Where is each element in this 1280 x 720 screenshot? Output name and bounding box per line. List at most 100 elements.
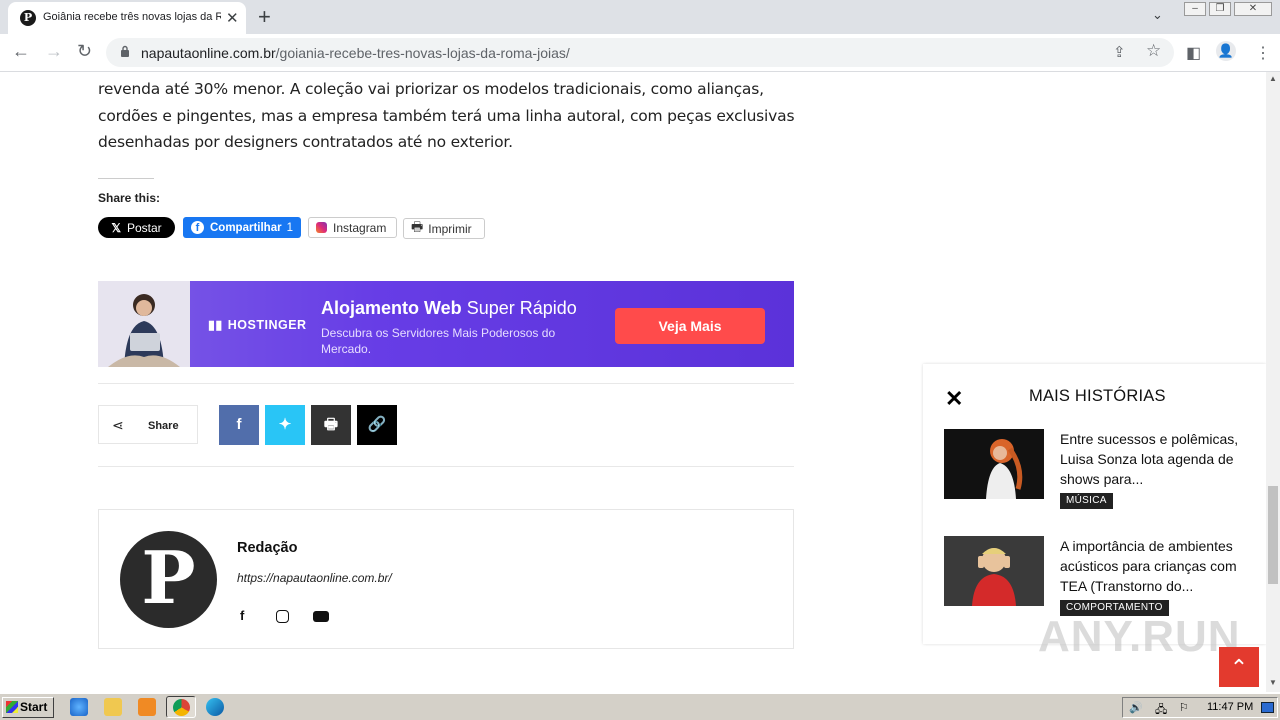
- chevron-up-icon: ⌃: [1229, 655, 1249, 680]
- hostinger-ad-banner[interactable]: ▮▮ HOSTINGER Alojamento Web Super Rápido …: [98, 281, 794, 367]
- scroll-down-icon[interactable]: ▼: [1269, 678, 1277, 687]
- x-icon: 𝕏: [111, 220, 121, 235]
- print-share-square[interactable]: 🖶: [311, 405, 351, 445]
- share-this-label: Share this:: [98, 191, 161, 205]
- share-page-icon[interactable]: ⇪: [1113, 43, 1126, 61]
- edge-icon[interactable]: [206, 698, 224, 716]
- page-scrollbar[interactable]: ▲ ▼: [1266, 72, 1280, 692]
- printer-icon: 🖶: [323, 416, 339, 433]
- taskbar: Start 🔊 🖧 ⚐ 11:47 PM: [0, 692, 1280, 720]
- author-box: P Redação https://napautaonline.com.br/ …: [98, 509, 794, 649]
- twitter-share-square[interactable]: ✦: [265, 405, 305, 445]
- new-tab-button[interactable]: +: [258, 4, 271, 30]
- story-title[interactable]: Entre sucessos e polêmicas, Luisa Sonza …: [1060, 429, 1250, 489]
- print-label: Imprimir: [428, 221, 472, 236]
- ad-cta-button[interactable]: Veja Mais: [615, 308, 765, 344]
- site-favicon-icon: P: [20, 10, 36, 26]
- twitter-bird-icon: ✦: [278, 416, 292, 433]
- internet-explorer-icon[interactable]: [70, 698, 88, 716]
- story-category-badge[interactable]: MÚSICA: [1060, 493, 1113, 509]
- facebook-icon: f: [236, 416, 242, 433]
- divider: [98, 466, 794, 467]
- back-to-top-button[interactable]: ⌃: [1219, 647, 1259, 687]
- story-title[interactable]: A importância de ambientes acústicos par…: [1060, 536, 1250, 596]
- start-button[interactable]: Start: [2, 697, 54, 718]
- scroll-up-icon[interactable]: ▲: [1269, 74, 1277, 83]
- browser-toolbar: ← → ↻ napautaonline.com.br/goiania-receb…: [0, 34, 1280, 72]
- share-nodes-icon: ⋖: [112, 417, 124, 433]
- article-paragraph: revenda até 30% menor. A coleção vai pri…: [98, 76, 798, 156]
- article-line: revenda até 30% menor. A coleção vai pri…: [98, 80, 764, 98]
- window-close-button[interactable]: ✕: [1234, 2, 1272, 16]
- ad-brand: ▮▮ HOSTINGER: [208, 317, 307, 332]
- browser-tab[interactable]: P Goiânia recebe três novas lojas da Rom…: [8, 2, 246, 34]
- copy-link-square[interactable]: 🔗: [357, 405, 397, 445]
- forward-icon[interactable]: →: [45, 41, 63, 62]
- more-stories-panel: ✕ MAIS HISTÓRIAS Entre sucessos e polêmi…: [923, 364, 1266, 644]
- divider: [98, 178, 154, 179]
- volume-icon[interactable]: 🔊: [1129, 701, 1143, 714]
- file-explorer-icon[interactable]: [104, 698, 122, 716]
- facebook-icon: f: [191, 221, 204, 234]
- instagram-share-label: Instagram: [333, 220, 387, 235]
- lock-icon: [121, 45, 129, 57]
- youtube-icon[interactable]: [313, 611, 329, 622]
- facebook-share-label: Compartilhar: [210, 221, 282, 234]
- tab-strip: P Goiânia recebe três novas lojas da Rom…: [0, 0, 1280, 34]
- flag-icon[interactable]: ⚐: [1179, 701, 1189, 714]
- instagram-icon[interactable]: [276, 610, 289, 623]
- ad-headline: Alojamento Web Super Rápido: [321, 298, 577, 319]
- restore-button[interactable]: ❐: [1209, 2, 1231, 16]
- chrome-taskbar-button[interactable]: [166, 696, 196, 718]
- facebook-share-count: 1: [286, 221, 293, 234]
- page-content: revenda até 30% menor. A coleção vai pri…: [0, 72, 1266, 692]
- media-player-icon[interactable]: [138, 698, 156, 716]
- clock: 11:47 PM: [1207, 701, 1254, 713]
- link-icon: 🔗: [367, 416, 387, 433]
- hostinger-logo-icon: ▮▮: [208, 318, 223, 332]
- back-icon[interactable]: ←: [12, 41, 30, 62]
- scrollbar-thumb[interactable]: [1268, 486, 1278, 584]
- author-site-link[interactable]: https://napautaonline.com.br/: [237, 571, 392, 585]
- system-tray: 🔊 🖧 ⚐ 11:47 PM: [1122, 697, 1278, 718]
- divider: [98, 383, 794, 384]
- instagram-icon: [316, 222, 327, 233]
- article-line: desenhadas por designers contratados até…: [98, 133, 513, 151]
- tab-search-icon[interactable]: ⌄: [1152, 7, 1163, 23]
- desktop-icon[interactable]: [1261, 702, 1274, 713]
- windows-flag-icon: [6, 701, 18, 713]
- printer-icon: 🖶: [411, 218, 424, 234]
- reload-icon[interactable]: ↻: [77, 41, 92, 62]
- url-path: /goiania-recebe-tres-novas-lojas-da-roma…: [275, 45, 570, 61]
- address-bar[interactable]: napautaonline.com.br/goiania-recebe-tres…: [106, 38, 1174, 67]
- anyrun-watermark: ANY.RUN: [1038, 612, 1241, 661]
- menu-kebab-icon[interactable]: ⋮: [1255, 43, 1271, 63]
- share-box: ⋖ Share: [98, 405, 198, 444]
- ad-headline-bold: Alojamento Web: [321, 298, 462, 318]
- author-avatar[interactable]: P: [120, 531, 217, 628]
- x-post-label: Postar: [126, 220, 162, 235]
- instagram-share-button[interactable]: Instagram: [308, 217, 397, 238]
- close-icon[interactable]: ✕: [945, 386, 963, 412]
- ad-person-image: [98, 281, 190, 367]
- facebook-icon[interactable]: f: [240, 608, 244, 623]
- facebook-share-square[interactable]: f: [219, 405, 259, 445]
- print-button[interactable]: 🖶 Imprimir: [403, 218, 485, 239]
- minimize-button[interactable]: –: [1184, 2, 1206, 16]
- story-thumbnail[interactable]: [944, 536, 1044, 606]
- facebook-share-button[interactable]: f Compartilhar 1: [183, 217, 301, 238]
- tab-title: Goiânia recebe três novas lojas da Roma …: [43, 11, 221, 23]
- profile-icon[interactable]: 👤: [1216, 41, 1236, 61]
- ad-brand-text: HOSTINGER: [227, 318, 307, 332]
- story-thumbnail[interactable]: [944, 429, 1044, 499]
- author-name[interactable]: Redação: [237, 540, 297, 556]
- tab-close-icon[interactable]: ✕: [226, 9, 239, 27]
- article-line: cordões e pingentes, mas a empresa també…: [98, 106, 795, 125]
- x-post-button[interactable]: 𝕏 Postar: [98, 217, 175, 238]
- url-host: napautaonline.com.br: [141, 45, 276, 61]
- chrome-icon: [173, 699, 190, 716]
- side-panel-icon[interactable]: ◧: [1186, 43, 1201, 63]
- bookmark-star-icon[interactable]: ☆: [1146, 41, 1161, 61]
- network-icon[interactable]: 🖧: [1155, 701, 1167, 720]
- url-text: napautaonline.com.br/goiania-recebe-tres…: [141, 45, 570, 61]
